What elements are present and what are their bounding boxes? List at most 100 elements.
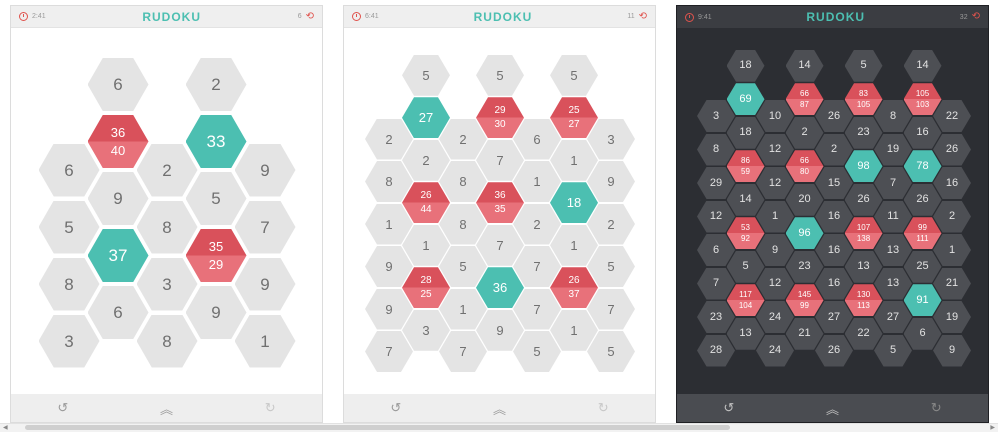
hex-cell-conflict[interactable]: 107 138 [844, 217, 883, 250]
hex-cell[interactable]: 9 [587, 161, 635, 202]
hex-cell[interactable]: 15 [815, 167, 853, 199]
scrollbar-thumb[interactable] [25, 425, 730, 430]
hex-cell[interactable]: 20 [785, 183, 824, 216]
hex-cell[interactable]: 2 [513, 203, 561, 245]
hex-cell-conflict[interactable]: 36 35 [476, 182, 524, 224]
hex-cell[interactable]: 9 [933, 334, 971, 367]
hex-cell[interactable]: 8 [38, 257, 100, 311]
hex-cell-conflict[interactable]: 66 87 [785, 83, 824, 116]
menu-icon[interactable]: ︽ [151, 399, 181, 418]
hex-cell[interactable]: 1 [550, 309, 598, 351]
hex-cell[interactable]: 22 [844, 317, 883, 350]
hex-cell[interactable]: 3 [136, 257, 198, 311]
hex-cell[interactable]: 1 [550, 139, 598, 181]
hex-cell[interactable]: 5 [513, 331, 561, 372]
hex-cell[interactable]: 2 [365, 118, 413, 160]
undo-icon[interactable]: ↺ [48, 400, 78, 416]
hex-cell[interactable]: 19 [874, 133, 912, 166]
hex-cell[interactable]: 12 [756, 167, 794, 199]
hex-cell-conflict[interactable]: 86 59 [726, 150, 765, 183]
redo-icon[interactable]: ↻ [255, 400, 285, 416]
hex-cell[interactable]: 3 [38, 314, 100, 368]
hex-cell[interactable]: 1 [513, 161, 561, 202]
hex-cell[interactable]: 8 [439, 161, 487, 202]
hex-cell[interactable]: 1 [756, 200, 794, 233]
hex-cell[interactable]: 7 [697, 267, 735, 300]
hex-cell[interactable]: 5 [726, 250, 765, 283]
hex-cell-conflict[interactable]: 53 92 [726, 217, 765, 250]
hex-cell[interactable]: 26 [844, 183, 883, 216]
hex-cell[interactable]: 3 [697, 100, 735, 132]
hex-cell[interactable]: 8 [439, 203, 487, 245]
hex-cell[interactable]: 7 [587, 288, 635, 330]
hex-cell[interactable]: 2 [402, 139, 450, 181]
hex-cell[interactable]: 26 [933, 133, 971, 166]
hex-cell[interactable]: 27 [874, 301, 912, 333]
undo-icon[interactable]: ↺ [714, 400, 744, 416]
hex-cell-conflict[interactable]: 66 80 [785, 150, 824, 183]
hex-cell[interactable]: 1 [933, 234, 971, 266]
hex-cell[interactable]: 2 [933, 200, 971, 233]
hex-cell[interactable]: 13 [874, 234, 912, 266]
hex-cell-conflict[interactable]: 29 30 [476, 97, 524, 139]
hex-cell[interactable]: 21 [933, 267, 971, 300]
hex-cell-target[interactable]: 36 [476, 267, 524, 309]
hex-cell[interactable]: 5 [185, 172, 247, 225]
hex-cell[interactable]: 7 [365, 331, 413, 372]
hex-cell[interactable]: 8 [365, 161, 413, 202]
hex-cell[interactable]: 5 [476, 54, 524, 96]
hex-cell[interactable]: 26 [815, 334, 853, 367]
hex-cell[interactable]: 7 [476, 139, 524, 181]
hex-cell[interactable]: 28 [697, 334, 735, 367]
hex-cell[interactable]: 16 [933, 167, 971, 199]
hex-cell[interactable]: 16 [815, 234, 853, 266]
hex-cell[interactable]: 14 [726, 183, 765, 216]
hex-cell-target[interactable]: 18 [550, 182, 598, 224]
hex-cell-conflict[interactable]: 26 37 [550, 267, 598, 309]
hex-cell[interactable]: 1 [439, 288, 487, 330]
hex-cell-conflict[interactable]: 105 103 [903, 83, 942, 116]
hex-cell[interactable]: 12 [756, 133, 794, 166]
hex-cell[interactable]: 18 [726, 49, 765, 82]
hex-cell[interactable]: 13 [726, 317, 765, 350]
hex-cell[interactable]: 6 [87, 286, 149, 339]
hex-cell[interactable]: 6 [87, 58, 149, 111]
hex-cell[interactable]: 23 [844, 116, 883, 149]
hex-cell[interactable]: 19 [933, 301, 971, 333]
menu-icon[interactable]: ︽ [817, 399, 847, 418]
hex-cell[interactable]: 9 [365, 246, 413, 287]
hex-cell[interactable]: 13 [874, 267, 912, 300]
hex-cell[interactable]: 5 [874, 334, 912, 367]
hex-cell-conflict[interactable]: 145 99 [785, 284, 824, 317]
hex-cell[interactable]: 10 [756, 100, 794, 132]
hex-cell[interactable]: 2 [136, 143, 198, 197]
hex-cell[interactable]: 23 [785, 250, 824, 283]
hex-cell[interactable]: 26 [903, 183, 942, 216]
hex-cell-conflict[interactable]: 117 104 [726, 284, 765, 317]
hex-cell[interactable]: 1 [402, 224, 450, 266]
hex-cell[interactable]: 6 [513, 118, 561, 160]
hex-cell[interactable]: 24 [756, 301, 794, 333]
hex-cell[interactable]: 9 [185, 286, 247, 339]
hex-cell[interactable]: 2 [815, 133, 853, 166]
hex-cell-target[interactable]: 33 [185, 115, 247, 168]
hex-cell[interactable]: 16 [815, 267, 853, 300]
menu-icon[interactable]: ︽ [484, 399, 514, 418]
hex-cell[interactable]: 1 [365, 203, 413, 245]
hex-cell[interactable]: 14 [903, 49, 942, 82]
hex-cell-target[interactable]: 98 [844, 150, 883, 183]
hex-cell[interactable]: 7 [874, 167, 912, 199]
hex-cell-target[interactable]: 96 [785, 217, 824, 250]
hex-cell[interactable]: 8 [136, 314, 198, 368]
hex-cell-target[interactable]: 78 [903, 150, 942, 183]
hex-cell[interactable]: 2 [587, 203, 635, 245]
hex-cell[interactable]: 2 [185, 58, 247, 111]
hex-cell[interactable]: 11 [874, 200, 912, 233]
hex-cell[interactable]: 5 [587, 331, 635, 372]
hex-cell[interactable]: 9 [87, 172, 149, 225]
hex-cell[interactable]: 14 [785, 49, 824, 82]
hex-cell[interactable]: 13 [844, 250, 883, 283]
hex-cell[interactable]: 7 [513, 246, 561, 287]
hex-cell-conflict[interactable]: 35 29 [185, 229, 247, 282]
hex-cell[interactable]: 9 [234, 257, 296, 311]
